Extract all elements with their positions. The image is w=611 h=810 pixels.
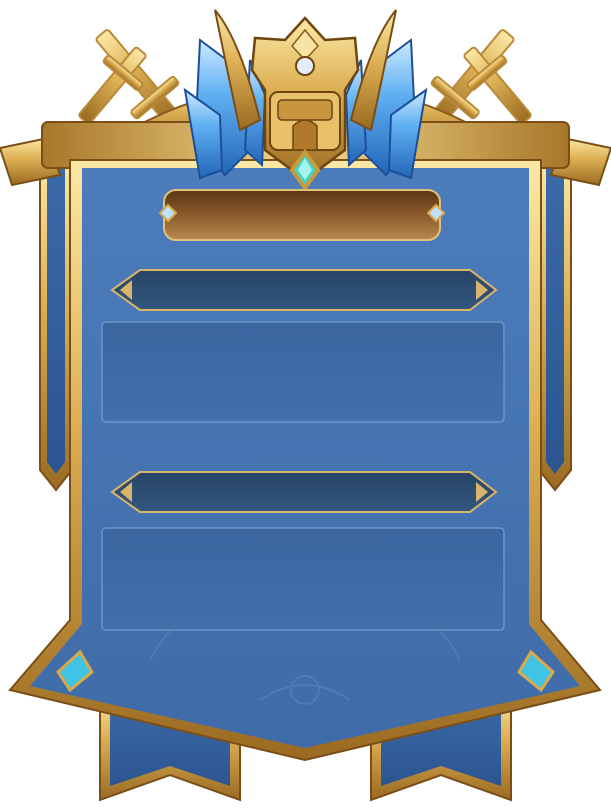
section-1-body xyxy=(102,322,504,422)
banner-title xyxy=(176,192,428,238)
section-2-header xyxy=(140,474,470,510)
shield-banner xyxy=(8,159,602,762)
section-2-body xyxy=(102,528,504,630)
ranked-banner-frame xyxy=(0,0,611,810)
right-ribbon xyxy=(538,159,572,492)
left-ribbon xyxy=(39,159,73,492)
section-1-header xyxy=(140,272,470,308)
